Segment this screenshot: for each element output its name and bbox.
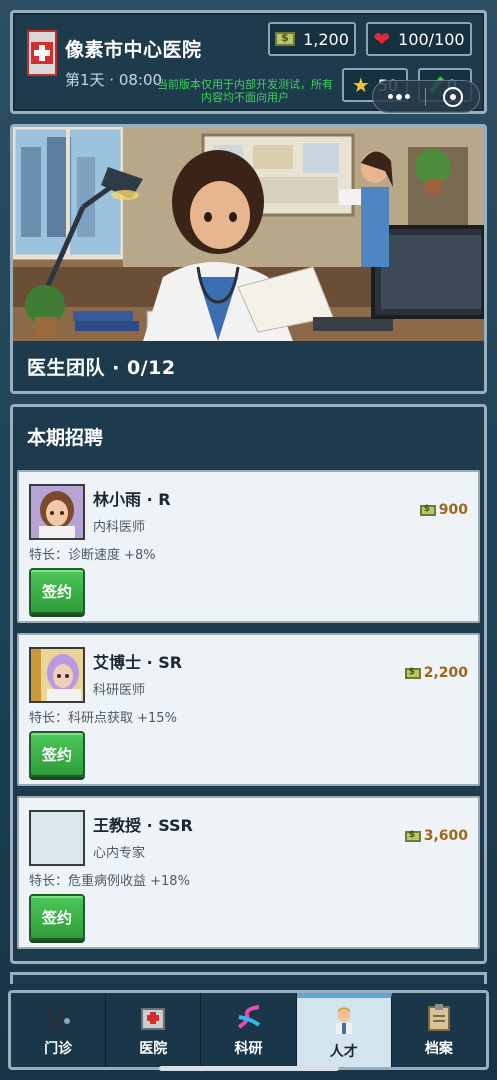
close-mini-program-button[interactable]: [426, 81, 479, 112]
money-icon: [404, 667, 421, 679]
sign-button[interactable]: 签约: [29, 731, 85, 777]
sign-button[interactable]: 签约: [29, 894, 85, 940]
money-icon: [275, 31, 296, 46]
more-menu-button[interactable]: [373, 81, 425, 112]
sign-button[interactable]: 签约: [29, 568, 85, 614]
target-circle-icon: [442, 86, 463, 107]
candidate-specialty: 特长：诊断速度 +8%: [29, 548, 156, 563]
team-count-title: 医生团队 · 0/12: [27, 357, 176, 379]
dna-icon: [234, 1002, 264, 1032]
candidate-price: 3,600: [404, 828, 468, 844]
candidate-name: 王教授 · SSR: [93, 816, 193, 835]
tab-label: 人才: [329, 1043, 358, 1060]
candidate-role: 内科医师: [93, 520, 146, 535]
hospital-logo-icon: [27, 30, 57, 76]
candidate-avatar: [29, 484, 85, 540]
tab-talent[interactable]: 人才: [296, 993, 392, 1067]
candidate-name: 林小雨 · R: [93, 490, 171, 509]
bottom-tab-bar: 门诊 医院 科研 人才 档案: [8, 990, 489, 1070]
dev-notice: 当前版本仅用于内部开发测试，所有内容均不面向用户: [157, 78, 333, 104]
day-time: 第1天 · 08:00: [65, 71, 163, 89]
candidate-avatar-placeholder: [29, 810, 85, 866]
tab-label: 医院: [139, 1041, 168, 1057]
tab-label: 门诊: [44, 1041, 73, 1057]
health-counter[interactable]: ❤ 100/100: [366, 22, 472, 56]
candidate-specialty: 特长：危重病例收益 +18%: [29, 874, 190, 889]
hospital-name: 像素市中心医院: [65, 39, 202, 61]
tab-clinic[interactable]: 门诊: [11, 993, 107, 1067]
recruit-title: 本期招聘: [27, 427, 104, 449]
home-indicator: [159, 1066, 339, 1071]
more-dots-icon: [388, 94, 393, 99]
candidate-card[interactable]: 林小雨 · R 内科医师 特长：诊断速度 +8% 900 签约: [17, 470, 480, 623]
heart-icon: ❤: [373, 27, 391, 51]
candidate-role: 科研医师: [93, 683, 146, 698]
mini-program-capsule: [372, 80, 480, 113]
candidate-name: 艾博士 · SR: [93, 653, 183, 672]
candidate-card[interactable]: 艾博士 · SR 科研医师 特长：科研点获取 +15% 2,200 签约: [17, 633, 480, 786]
candidate-specialty: 特长：科研点获取 +15%: [29, 711, 177, 726]
tab-label: 档案: [424, 1041, 453, 1057]
clipboard-icon: [424, 1002, 454, 1032]
doctor-illustration: [13, 127, 484, 341]
money-icon: [419, 504, 436, 516]
tab-archive[interactable]: 档案: [392, 993, 486, 1067]
doctor-team-banner[interactable]: 医生团队 · 0/12: [10, 124, 487, 394]
star-icon: ★: [351, 73, 370, 97]
money-counter[interactable]: 1,200: [268, 22, 356, 56]
hospital-icon: [138, 1002, 168, 1032]
health-value: 100/100: [398, 29, 465, 49]
recruit-panel: 本期招聘 林小雨 · R 内科医师 特长：诊断速度 +8% 900 签约: [10, 404, 487, 964]
candidate-price: 2,200: [404, 665, 468, 681]
tab-label: 科研: [234, 1041, 263, 1057]
doctor-icon: [329, 1005, 359, 1035]
tab-research[interactable]: 科研: [201, 993, 297, 1067]
candidate-card[interactable]: 王教授 · SSR 心内专家 特长：危重病例收益 +18% 3,600 签约: [17, 796, 480, 949]
tab-hospital[interactable]: 医院: [106, 993, 202, 1067]
candidate-avatar: [29, 647, 85, 703]
candidate-price: 900: [419, 502, 468, 518]
stethoscope-icon: [43, 1002, 73, 1032]
next-panel-edge: [10, 972, 487, 984]
money-value: 1,200: [303, 29, 349, 49]
money-icon: [404, 830, 421, 842]
candidate-role: 心内专家: [93, 846, 146, 861]
